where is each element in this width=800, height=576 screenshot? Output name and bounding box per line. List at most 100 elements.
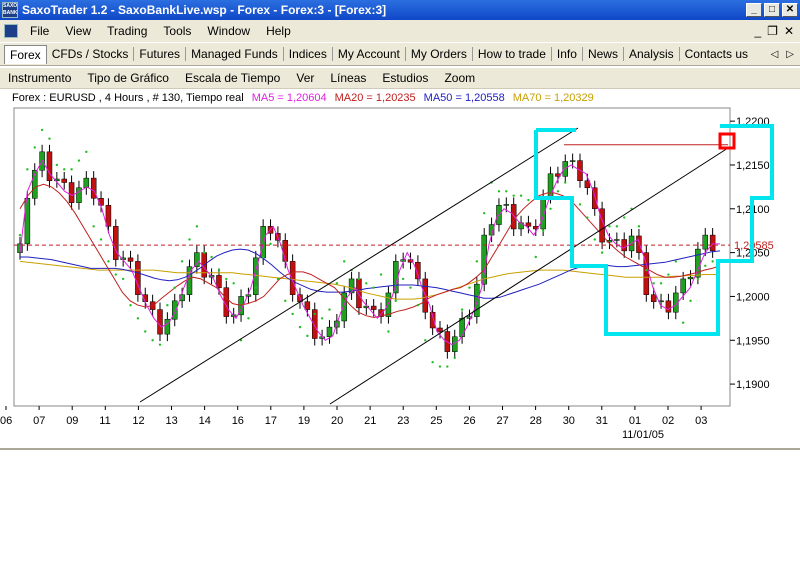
sar-dot: [136, 317, 140, 320]
sar-dot: [335, 282, 339, 285]
menu-file[interactable]: File: [22, 24, 57, 38]
scroll-right-icon[interactable]: ▷: [786, 49, 794, 60]
candle-body: [385, 292, 392, 317]
sar-dot: [416, 304, 420, 307]
x-tick-label: 12: [132, 415, 144, 427]
sar-dot: [674, 260, 677, 263]
sar-dot: [40, 128, 44, 132]
sar-dot: [608, 225, 611, 228]
chart-menu-instrumento[interactable]: Instrumento: [0, 71, 79, 85]
sar-dot: [173, 286, 176, 289]
candle-body: [650, 294, 657, 302]
tab-how-to-trade[interactable]: How to trade: [473, 47, 552, 61]
candle-body: [569, 160, 576, 162]
scroll-left-icon[interactable]: ◁: [771, 49, 779, 60]
x-tick-label: 30: [563, 415, 575, 427]
chart-menu-lineas[interactable]: Líneas: [322, 71, 374, 85]
x-tick-label: 20: [331, 415, 343, 427]
minimize-icon[interactable]: _: [746, 3, 762, 17]
sar-dot: [180, 260, 184, 263]
chart-menu-zoom[interactable]: Zoom: [436, 71, 483, 85]
candle-body: [289, 261, 296, 295]
candle-body: [194, 252, 200, 267]
price-chart[interactable]: 1,22001,21501,21001,20501,20001,19501,19…: [0, 106, 800, 448]
tab-my-account[interactable]: My Account: [333, 47, 406, 61]
sar-dot: [711, 260, 714, 263]
tab-contacts-us[interactable]: Contacts us: [680, 47, 753, 61]
candle-body: [341, 292, 347, 322]
chart-area[interactable]: 1,2200 1,2150 1,2100 1,2050 1,2000 1,1950 1,19…: [0, 106, 800, 448]
sar-dot: [623, 216, 626, 219]
chart-menu-estudios[interactable]: Estudios: [374, 71, 436, 85]
sar-dot: [564, 181, 567, 184]
candle-body: [687, 276, 694, 280]
x-tick-label: 27: [497, 415, 509, 427]
saxo-app-icon[interactable]: SAXO BANK: [2, 2, 18, 18]
menu-tools[interactable]: Tools: [155, 24, 199, 38]
candle-body: [510, 204, 517, 230]
sar-dot: [704, 264, 707, 267]
sar-dot: [586, 216, 589, 219]
sar-dot: [468, 286, 471, 289]
y-tick-label: 1,2000: [736, 291, 770, 303]
menu-trading[interactable]: Trading: [99, 24, 155, 38]
candle-body: [90, 177, 97, 199]
tab-forex[interactable]: Forex: [4, 44, 47, 64]
sar-dot: [424, 339, 427, 342]
sar-dot: [276, 277, 280, 281]
close-icon[interactable]: ✕: [782, 3, 798, 17]
tab-managed-funds[interactable]: Managed Funds: [186, 47, 284, 61]
mdi-restore-icon[interactable]: ❐: [767, 24, 778, 38]
sar-dot: [343, 260, 346, 263]
sar-dot: [689, 299, 692, 303]
candle-body: [636, 235, 642, 253]
chart-menu-tipo-grafico[interactable]: Tipo de Gráfico: [79, 71, 177, 85]
x-tick-label: 06: [0, 415, 12, 427]
menu-bar: File View Trading Tools Window Help _ ❐ …: [0, 20, 800, 42]
x-tick-label: 14: [199, 415, 211, 427]
nav-tabs: Forex CFDs / Stocks Futures Managed Fund…: [0, 42, 800, 66]
sar-dot: [431, 360, 434, 364]
sar-dot: [92, 225, 95, 228]
sar-dot: [534, 255, 537, 259]
sar-dot: [77, 159, 81, 162]
tab-indices[interactable]: Indices: [284, 47, 333, 61]
tab-my-orders[interactable]: My Orders: [406, 47, 473, 61]
tab-info[interactable]: Info: [552, 47, 583, 61]
chart-menu-escala-tiempo[interactable]: Escala de Tiempo: [177, 71, 288, 85]
doc-icon[interactable]: [4, 24, 18, 38]
sar-dot: [527, 198, 530, 202]
sar-dot: [99, 238, 103, 241]
tab-analysis[interactable]: Analysis: [624, 47, 680, 61]
candle-body: [245, 294, 252, 297]
tab-cfds-stocks[interactable]: CFDs / Stocks: [47, 47, 135, 61]
sar-dot: [549, 207, 552, 210]
candle-body: [83, 177, 90, 189]
candle-body: [216, 275, 222, 288]
candle-body: [304, 301, 311, 310]
sar-dot: [541, 229, 545, 232]
sar-dot: [203, 251, 206, 254]
chart-menu-ver[interactable]: Ver: [288, 71, 322, 85]
sar-dot: [505, 190, 508, 193]
sar-dot: [578, 203, 582, 206]
y-tick-label: 1,1900: [736, 379, 770, 391]
menu-help[interactable]: Help: [258, 24, 299, 38]
tab-futures[interactable]: Futures: [134, 47, 187, 61]
sar-dot: [26, 168, 29, 171]
mdi-minimize-icon[interactable]: _: [754, 24, 761, 38]
sar-dot: [409, 286, 412, 289]
x-tick-label: 03: [695, 415, 707, 427]
candle-body: [113, 226, 119, 260]
menu-window[interactable]: Window: [199, 24, 258, 38]
x-tick-label: 23: [397, 415, 409, 427]
sar-dot: [107, 260, 110, 263]
menu-view[interactable]: View: [57, 24, 99, 38]
maximize-icon[interactable]: □: [764, 3, 780, 17]
tab-news[interactable]: News: [583, 47, 624, 61]
ma50-label: MA50 = 1,20558: [423, 92, 505, 104]
mdi-close-icon[interactable]: ✕: [784, 24, 794, 38]
candle-body: [127, 257, 134, 262]
sar-dot: [306, 334, 309, 338]
sar-dot: [151, 339, 154, 342]
